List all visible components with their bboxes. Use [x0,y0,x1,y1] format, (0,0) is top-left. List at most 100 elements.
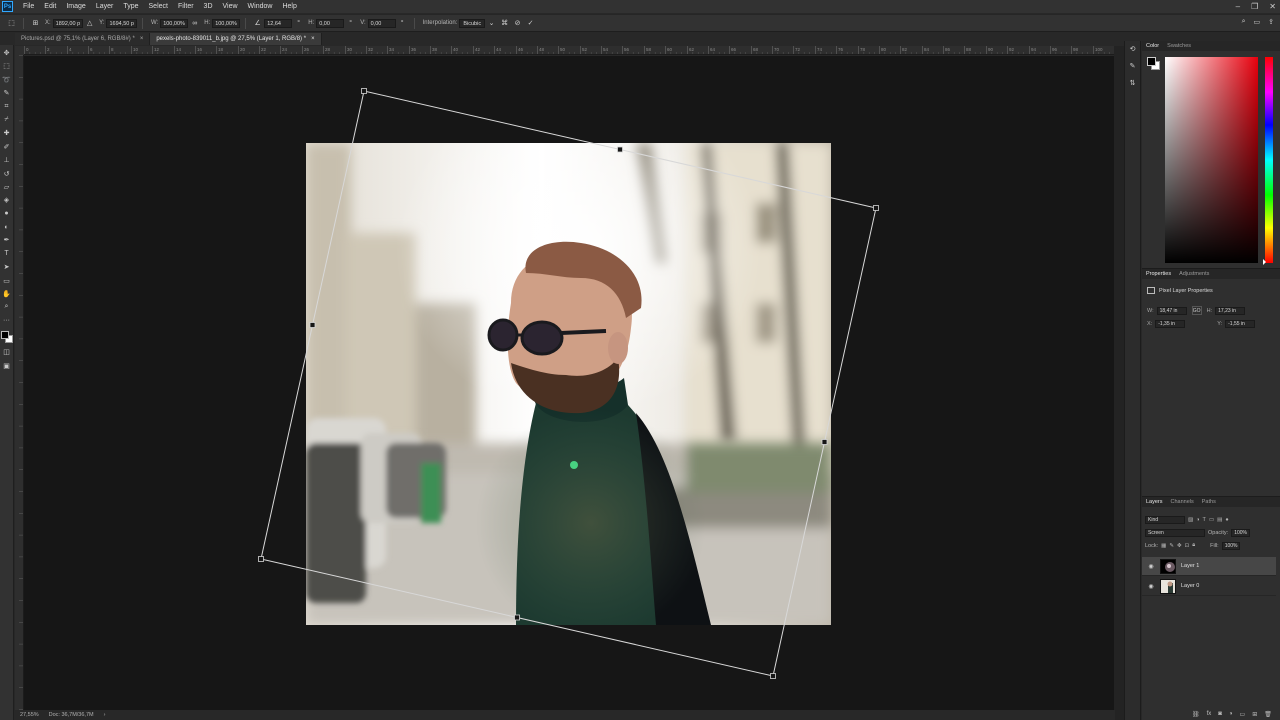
layer-name[interactable]: Layer 0 [1181,583,1199,589]
brush-panel-icon[interactable]: ✎ [1128,61,1138,71]
link-icon[interactable]: GO [1191,306,1202,315]
type-tool-icon[interactable]: T [2,249,12,259]
tab-layers[interactable]: Layers [1146,499,1163,505]
foreground-color[interactable] [0,331,9,340]
menu-window[interactable]: Window [243,0,278,13]
delete-layer-icon[interactable]: 🗑︎ [1264,711,1272,718]
x-field[interactable]: -1,35 in [1155,320,1186,328]
angle-field[interactable]: 12,64 [264,18,293,28]
chevron-down-icon[interactable]: ⌄ [487,19,496,28]
chevron-right-icon[interactable]: › [104,712,106,718]
path-select-tool-icon[interactable]: ➤ [2,262,12,272]
tab-paths[interactable]: Paths [1202,499,1216,505]
lock-position-icon[interactable]: ✥ [1177,543,1182,549]
vskew-field[interactable]: 0,00 [367,18,396,28]
vertical-scrollbar[interactable] [1114,46,1124,720]
marquee-tool-icon[interactable]: ⬚ [2,61,12,71]
close-button[interactable]: ✕ [1269,2,1276,11]
eyedropper-tool-icon[interactable]: ⌿ [2,115,12,125]
commit-transform-icon[interactable]: ✓ [526,19,535,28]
height-field[interactable]: 17,23 in [1215,306,1246,315]
screen-mode-icon[interactable]: ▣ [2,361,12,371]
tab-swatches[interactable]: Swatches [1167,43,1191,49]
hand-tool-icon[interactable]: ✋ [2,289,12,299]
layer-name[interactable]: Layer 1 [1181,563,1199,569]
warp-icon[interactable]: ⌘ [500,19,509,28]
link-layers-icon[interactable]: ⛓ [1192,711,1200,718]
menu-3d[interactable]: 3D [199,0,218,13]
workspace-icon[interactable]: ▭ [1254,18,1261,26]
brush-tool-icon[interactable]: ✐ [2,142,12,152]
y-field[interactable]: 1694,50 p [106,18,137,28]
rectangle-tool-icon[interactable]: ▭ [2,276,12,286]
tab-adjustments[interactable]: Adjustments [1179,271,1209,277]
tab-properties[interactable]: Properties [1146,271,1171,277]
layer-row-layer-0[interactable]: ◉ Layer 0 [1142,577,1276,596]
lock-pixels-icon[interactable]: ✎ [1169,543,1174,549]
menu-filter[interactable]: Filter [173,0,199,13]
bucket-tool-icon[interactable]: ◈ [2,195,12,205]
add-mask-icon[interactable]: ◙ [1218,711,1222,718]
filter-pixel-icon[interactable]: ▨ [1188,517,1193,523]
zoom-level[interactable]: 27,55% [20,712,39,718]
interpolation-select[interactable]: Bicubic [459,18,486,28]
close-icon[interactable]: × [311,33,315,45]
menu-file[interactable]: File [18,0,39,13]
new-layer-icon[interactable]: ⊞ [1252,711,1257,718]
menu-view[interactable]: View [218,0,243,13]
crop-tool-icon[interactable]: ⌗ [2,102,12,112]
x-field[interactable]: 1892,00 p [52,18,84,28]
reference-point-icon[interactable]: ⊞ [31,19,40,28]
adjust-panel-icon[interactable]: ⇅ [1128,78,1138,88]
menu-image[interactable]: Image [61,0,90,13]
tab-pictures[interactable]: Pictures.psd @ 75,1% (Layer 6, RGB/8#) *… [15,33,151,45]
quick-select-tool-icon[interactable]: ✎ [2,88,12,98]
tab-pexels-photo[interactable]: pexels-photo-839011_b.jpg @ 27,5% (Layer… [150,33,322,45]
menu-edit[interactable]: Edit [39,0,61,13]
visibility-eye-icon[interactable]: ◉ [1146,583,1156,590]
link-icon[interactable]: ∞ [190,19,199,28]
more-tools-icon[interactable]: ··· [2,316,12,326]
restore-button[interactable]: ❐ [1251,2,1258,11]
hskew-field[interactable]: 0,00 [316,18,345,28]
move-tool-icon[interactable]: ✥ [2,48,12,58]
menu-help[interactable]: Help [277,0,301,13]
lock-all-icon[interactable]: 🔒︎ [1192,542,1195,549]
close-icon[interactable]: × [140,33,144,45]
healing-tool-icon[interactable]: ✚ [2,128,12,138]
opacity-field[interactable]: 100% [1231,528,1250,537]
visibility-eye-icon[interactable]: ◉ [1146,563,1156,570]
delta-icon[interactable]: △ [85,19,94,28]
quick-mask-icon[interactable]: ◫ [2,347,12,357]
lock-artboard-icon[interactable]: ⊡ [1185,543,1190,549]
transform-tool-icon[interactable]: ⬚ [7,19,16,28]
hue-slider-marker[interactable] [1263,259,1266,265]
menu-select[interactable]: Select [144,0,173,13]
eraser-tool-icon[interactable]: ▱ [2,182,12,192]
filter-type-icon[interactable]: T [1203,517,1206,523]
dodge-tool-icon[interactable]: ◐ [2,222,12,232]
filter-adjust-icon[interactable]: ◑ [1196,517,1199,523]
y-field[interactable]: -1,55 in [1225,320,1256,328]
filter-smart-icon[interactable]: ▤ [1217,517,1222,523]
width-field[interactable]: 100,00% [160,18,189,28]
width-field[interactable]: 18,47 in [1156,306,1187,315]
foreground-color[interactable] [1147,57,1156,66]
menu-layer[interactable]: Layer [91,0,119,13]
blend-mode-select[interactable]: Screen [1145,528,1205,537]
blur-tool-icon[interactable]: ● [2,209,12,219]
filter-shape-icon[interactable]: ▭ [1209,517,1214,523]
cancel-transform-icon[interactable]: ⊘ [513,19,522,28]
layer-row-layer-1[interactable]: ◉ Layer 1 [1142,557,1276,576]
search-icon[interactable]: ⌕ [1242,18,1246,26]
color-swatches[interactable] [0,331,13,344]
share-icon[interactable]: ⇪ [1268,18,1274,26]
filter-toggle-icon[interactable]: ● [1225,517,1228,523]
filter-kind-select[interactable]: Kind [1145,515,1185,524]
fx-icon[interactable]: fx [1207,711,1212,718]
document-image[interactable] [306,143,831,625]
lasso-tool-icon[interactable]: ➰ [2,75,12,85]
tab-channels[interactable]: Channels [1171,499,1194,505]
stamp-tool-icon[interactable]: ⊥ [2,155,12,165]
minimize-button[interactable]: – [1236,2,1240,11]
